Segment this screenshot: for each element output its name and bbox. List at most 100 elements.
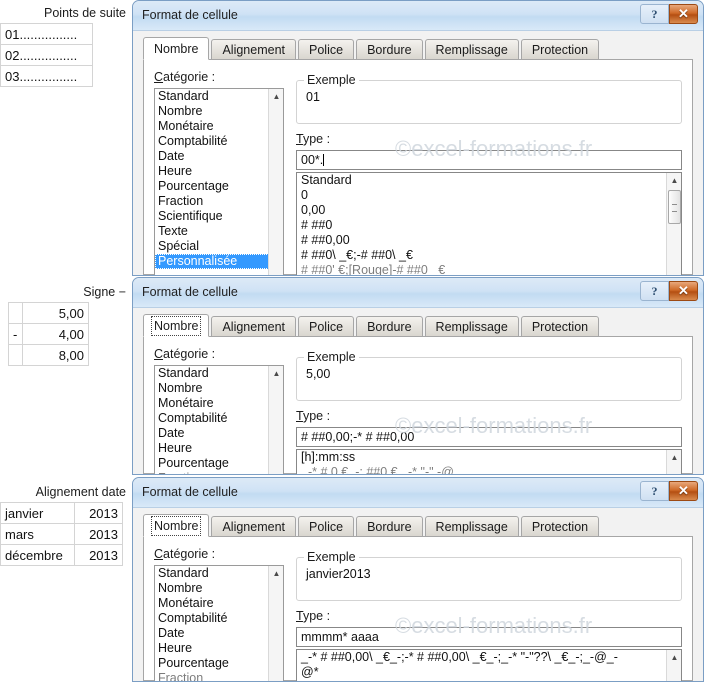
list-item[interactable]: _-* # ##0,00\ _€_-;-* # ##0,00\ _€_-;_-*…	[297, 650, 681, 665]
categorie-listbox[interactable]: Standard Nombre Monétaire Comptabilité D…	[154, 88, 284, 275]
type-input[interactable]: mmmm* aaaa	[296, 627, 682, 647]
list-item[interactable]: [h]:mm:ss	[297, 450, 681, 465]
listbox-scrollbar[interactable]: ▲	[268, 366, 283, 474]
close-icon[interactable]: ✕	[669, 481, 698, 501]
cell-value[interactable]: 8,00	[22, 344, 89, 366]
table-row[interactable]: décembre 2013	[0, 544, 123, 566]
tab-bordure[interactable]: Bordure	[356, 39, 423, 60]
type-listbox[interactable]: _-* # ##0,00\ _€_-;-* # ##0,00\ _€_-;_-*…	[296, 649, 682, 681]
list-item[interactable]: # ##0\ _€;-# ##0\ _€	[297, 248, 681, 263]
list-item[interactable]: Pourcentage	[155, 179, 283, 194]
tab-protection[interactable]: Protection	[520, 316, 600, 337]
list-item[interactable]: Standard	[297, 173, 681, 188]
cell-value[interactable]: 03................	[0, 65, 93, 87]
close-icon[interactable]: ✕	[669, 4, 698, 24]
tab-remplissage[interactable]: Remplissage	[424, 39, 519, 60]
type-input[interactable]: # ##0,00;-* # ##0,00	[296, 427, 682, 447]
list-item[interactable]: Spécial	[155, 239, 283, 254]
table-row[interactable]: janvier 2013	[0, 502, 123, 524]
list-item[interactable]: Fraction	[155, 671, 283, 681]
list-item[interactable]: Comptabilité	[155, 134, 283, 149]
tab-nombre[interactable]: Nombre	[143, 37, 210, 60]
cell-year[interactable]: 2013	[74, 502, 123, 524]
cell-month[interactable]: décembre	[0, 544, 75, 566]
title-bar[interactable]: Format de cellule ? ✕	[133, 278, 703, 308]
list-item[interactable]: @*	[297, 665, 681, 680]
list-item[interactable]: # ##0,00	[297, 233, 681, 248]
tab-protection[interactable]: Protection	[520, 39, 600, 60]
list-item[interactable]: Fraction	[155, 471, 283, 474]
tab-bordure[interactable]: Bordure	[356, 316, 423, 337]
scroll-up-icon[interactable]: ▲	[269, 366, 283, 381]
scroll-thumb[interactable]	[668, 190, 681, 224]
typelist-scrollbar[interactable]: ▲	[666, 450, 681, 474]
list-item[interactable]: Pourcentage	[155, 456, 283, 471]
tab-nombre[interactable]: Nombre	[143, 514, 210, 537]
help-icon[interactable]: ?	[640, 281, 669, 301]
tab-remplissage[interactable]: Remplissage	[424, 316, 519, 337]
cell-value[interactable]: 5,00	[22, 302, 89, 324]
tab-police[interactable]: Police	[298, 516, 355, 537]
title-bar[interactable]: Format de cellule ? ✕	[133, 478, 703, 508]
tab-alignement[interactable]: Alignement	[211, 316, 297, 337]
cell-month[interactable]: mars	[0, 523, 75, 545]
help-icon[interactable]: ?	[640, 481, 669, 501]
tab-police[interactable]: Police	[298, 316, 355, 337]
scroll-up-icon[interactable]: ▲	[667, 650, 681, 665]
window-buttons[interactable]: ? ✕	[640, 481, 698, 501]
table-row[interactable]: 03................	[0, 65, 93, 87]
type-listbox[interactable]: Standard 0 0,00 # ##0 # ##0,00 # ##0\ _€…	[296, 172, 682, 275]
list-item[interactable]: 0	[297, 188, 681, 203]
list-item[interactable]: Nombre	[155, 381, 283, 396]
typelist-scrollbar[interactable]: ▲	[666, 173, 681, 275]
listbox-scrollbar[interactable]: ▲	[268, 566, 283, 681]
format-cellule-dialog-2[interactable]: Format de cellule ? ✕ Nombre Alignement …	[132, 277, 704, 475]
tab-remplissage[interactable]: Remplissage	[424, 516, 519, 537]
list-item[interactable]: Monétaire	[155, 396, 283, 411]
list-item[interactable]: Standard	[155, 566, 283, 581]
list-item[interactable]: Heure	[155, 441, 283, 456]
list-item[interactable]: # ##0' €;[Rouge]-# ##0 _€	[297, 263, 681, 275]
list-item[interactable]: Date	[155, 426, 283, 441]
list-item[interactable]: Comptabilité	[155, 411, 283, 426]
scroll-up-icon[interactable]: ▲	[667, 173, 681, 188]
help-icon[interactable]: ?	[640, 4, 669, 24]
list-item[interactable]: Texte	[155, 224, 283, 239]
window-buttons[interactable]: ? ✕	[640, 4, 698, 24]
tab-strip[interactable]: Nombre Alignement Police Bordure Remplis…	[143, 514, 693, 537]
window-buttons[interactable]: ? ✕	[640, 281, 698, 301]
list-item[interactable]: Scientifique	[155, 209, 283, 224]
tab-protection[interactable]: Protection	[520, 516, 600, 537]
table-row[interactable]: 01................	[0, 23, 93, 45]
tab-bordure[interactable]: Bordure	[356, 516, 423, 537]
table-row[interactable]: - 4,00	[8, 323, 89, 345]
list-item[interactable]: Heure	[155, 164, 283, 179]
list-item[interactable]: Fraction	[155, 194, 283, 209]
cell-year[interactable]: 2013	[74, 523, 123, 545]
table-row[interactable]: 5,00	[8, 302, 89, 324]
scroll-up-icon[interactable]: ▲	[269, 89, 283, 104]
categorie-listbox[interactable]: Standard Nombre Monétaire Comptabilité D…	[154, 365, 284, 474]
table-row[interactable]: 8,00	[8, 344, 89, 366]
list-item[interactable]: Heure	[155, 641, 283, 656]
list-item[interactable]: 0,00	[297, 203, 681, 218]
tab-alignement[interactable]: Alignement	[211, 516, 297, 537]
categorie-listbox[interactable]: Standard Nombre Monétaire Comptabilité D…	[154, 565, 284, 681]
list-item[interactable]: # ##0	[297, 218, 681, 233]
list-item[interactable]: Date	[155, 149, 283, 164]
list-item[interactable]: _-* # 0 €_-; ##0 € _-* "-" -@_	[297, 465, 681, 474]
format-cellule-dialog-3[interactable]: Format de cellule ? ✕ Nombre Alignement …	[132, 477, 704, 682]
cell-value[interactable]: 01................	[0, 23, 93, 45]
listbox-scrollbar[interactable]: ▲	[268, 89, 283, 275]
tab-strip[interactable]: Nombre Alignement Police Bordure Remplis…	[143, 37, 693, 60]
scroll-up-icon[interactable]: ▲	[667, 450, 681, 465]
list-item[interactable]: Monétaire	[155, 596, 283, 611]
type-input[interactable]: 00*.	[296, 150, 682, 170]
cell-sign[interactable]	[8, 344, 23, 366]
tab-police[interactable]: Police	[298, 39, 355, 60]
list-item[interactable]: Nombre	[155, 581, 283, 596]
list-item[interactable]: Nombre	[155, 104, 283, 119]
cell-sign[interactable]	[8, 302, 23, 324]
tab-alignement[interactable]: Alignement	[211, 39, 297, 60]
cell-value[interactable]: 02................	[0, 44, 93, 66]
